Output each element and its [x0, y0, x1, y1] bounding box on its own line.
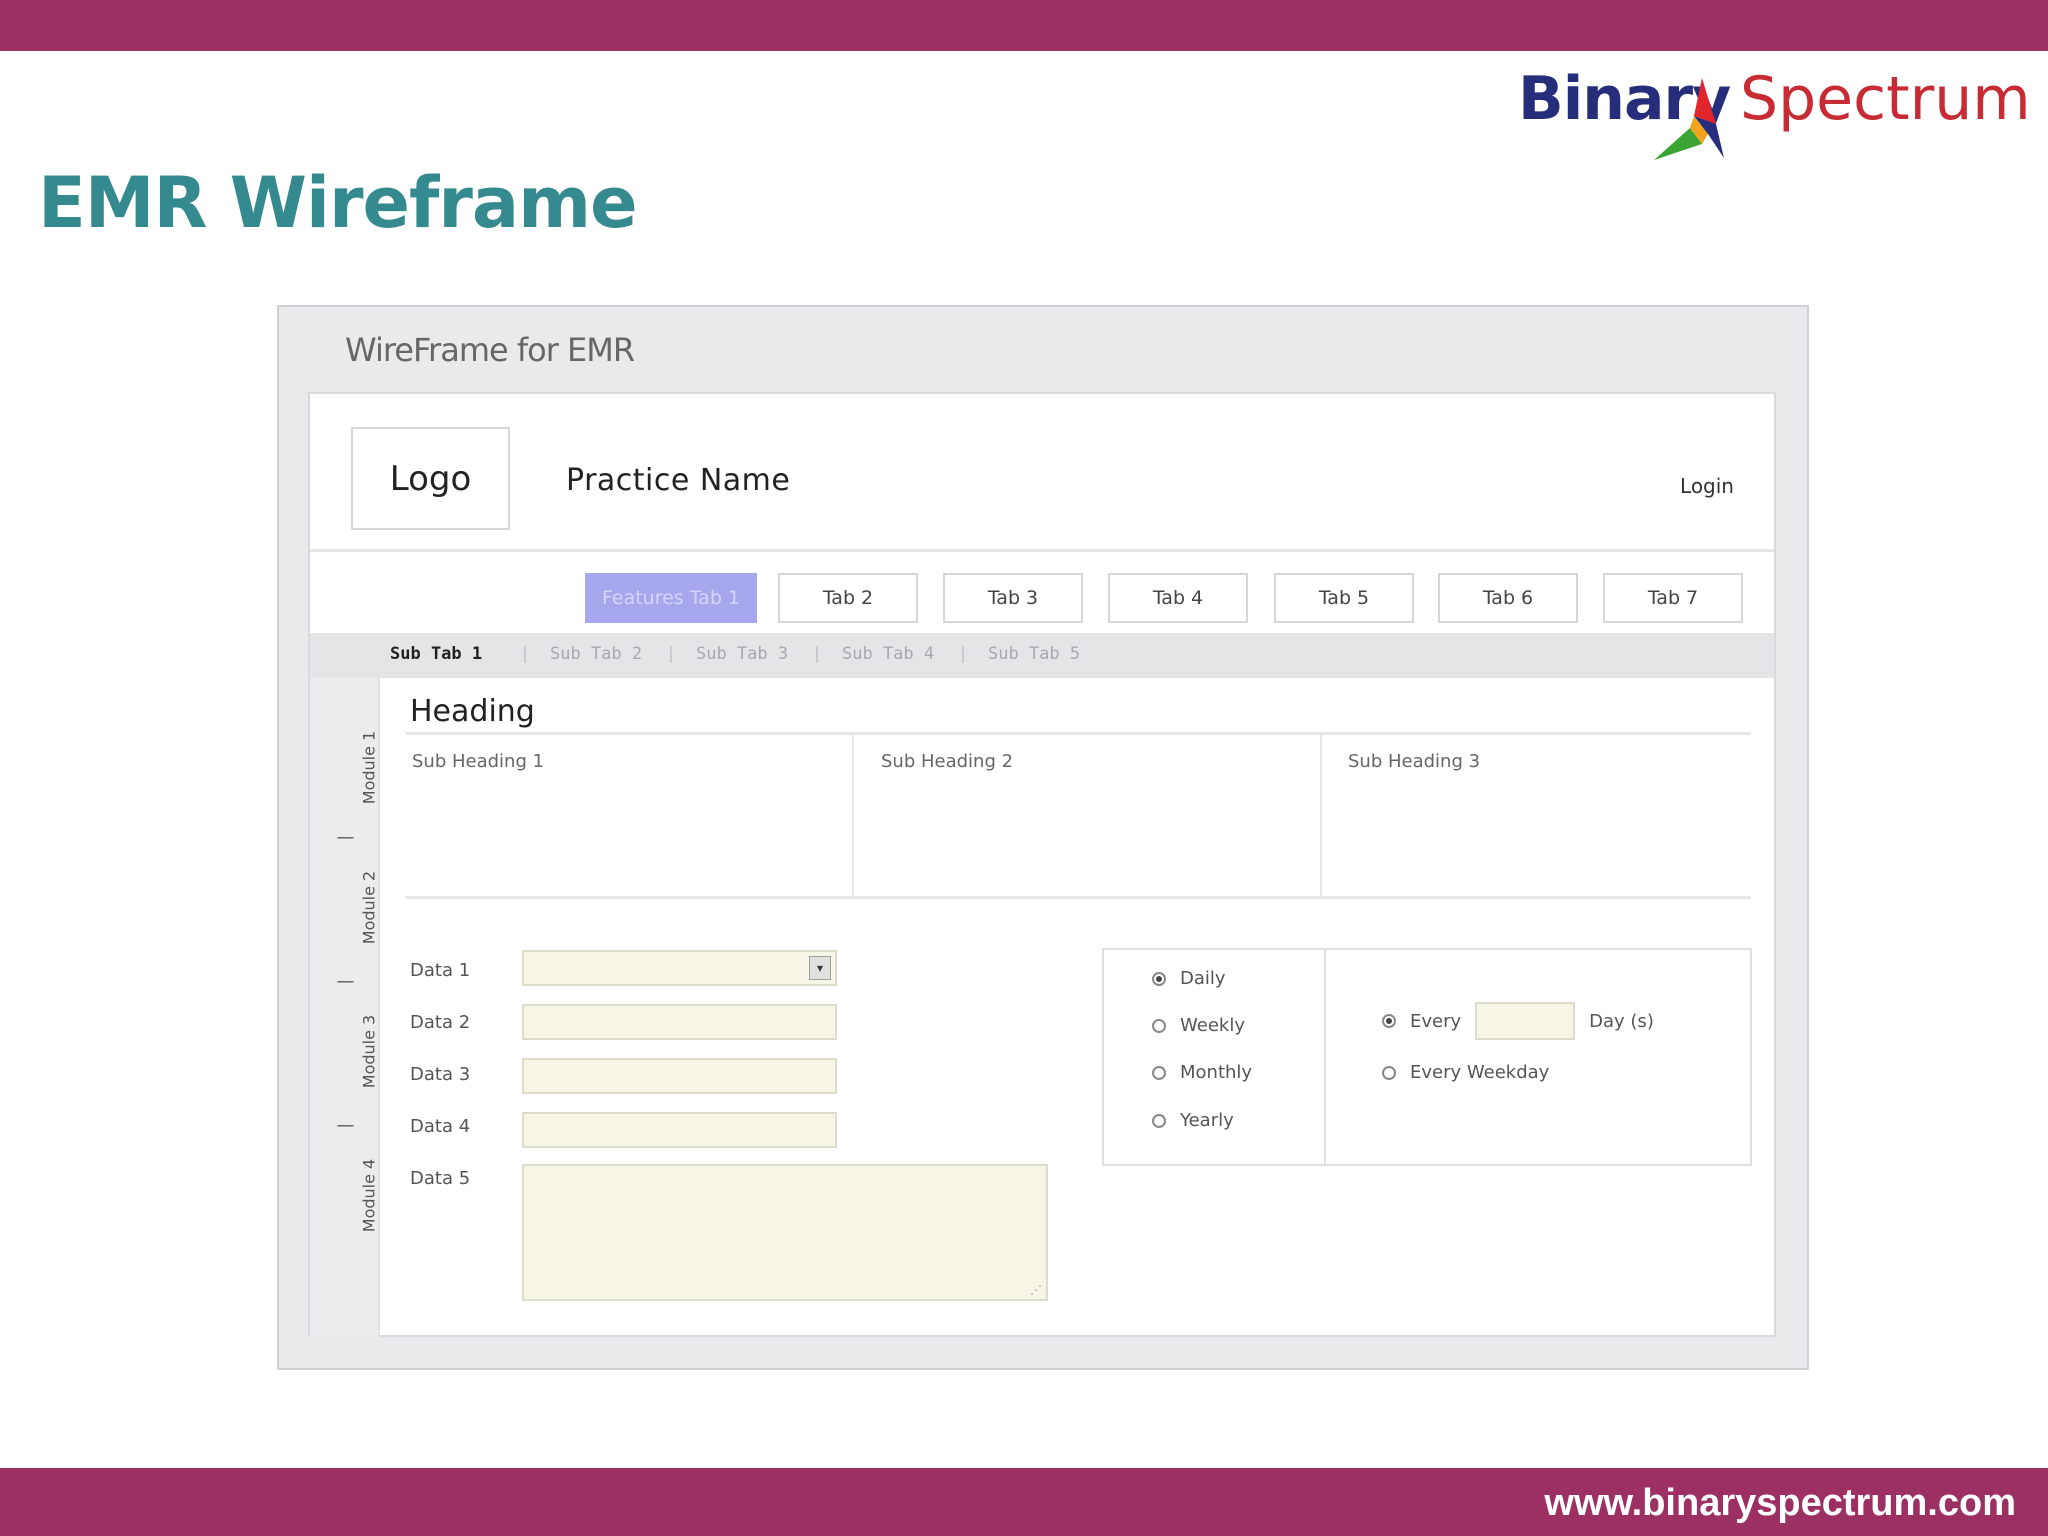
module-4[interactable]: Module 4 [360, 1141, 379, 1251]
day-unit-label: Day (s) [1589, 1010, 1654, 1032]
module-separator: | [334, 835, 354, 841]
practice-name: Practice Name [566, 463, 791, 498]
recurrence-daily[interactable]: Daily [1152, 968, 1226, 989]
recurrence-daily-label: Daily [1180, 968, 1226, 989]
subtab-3[interactable]: Sub Tab 3 [696, 644, 788, 664]
data-5-textarea[interactable]: ⋰ [522, 1164, 1048, 1301]
tab-7[interactable]: Tab 7 [1603, 573, 1743, 623]
sub-heading-column: Sub Heading 1 [406, 735, 854, 896]
subtab-1[interactable]: Sub Tab 1 [390, 644, 482, 664]
field-label-data-2: Data 2 [410, 1012, 471, 1033]
data-3-input[interactable] [522, 1058, 837, 1094]
sub-heading-3: Sub Heading 3 [1348, 751, 1481, 772]
recurrence-yearly-label: Yearly [1180, 1110, 1234, 1131]
bottom-accent-bar: www.binaryspectrum.com [0, 1468, 2048, 1536]
dropdown-arrow-icon[interactable]: ▾ [809, 956, 831, 980]
radio-icon[interactable] [1382, 1065, 1396, 1080]
sub-heading-column: Sub Heading 2 [854, 735, 1322, 896]
module-1[interactable]: Module 1 [360, 713, 379, 823]
subtab-5[interactable]: Sub Tab 5 [988, 644, 1080, 664]
subtab-4[interactable]: Sub Tab 4 [842, 644, 934, 664]
field-label-data-1: Data 1 [410, 960, 471, 981]
wireframe-window: WireFrame for EMR Logo Practice Name Log… [277, 305, 1809, 1370]
slide-title: EMR Wireframe [38, 162, 638, 244]
content-heading: Heading [410, 694, 535, 729]
every-days-input[interactable] [1475, 1002, 1576, 1040]
recurrence-monthly[interactable]: Monthly [1152, 1062, 1252, 1083]
radio-icon[interactable] [1152, 1113, 1166, 1128]
radio-icon[interactable] [1152, 1065, 1166, 1080]
recurrence-every-weekday[interactable]: Every Weekday [1382, 1062, 1549, 1083]
data-4-input[interactable] [522, 1112, 837, 1148]
module-2[interactable]: Module 2 [360, 853, 379, 963]
radio-selected-icon[interactable] [1382, 1014, 1396, 1028]
wireframe-page: Logo Practice Name Login Features Tab 1 … [308, 392, 1776, 1337]
sub-heading-column: Sub Heading 3 [1322, 735, 1751, 896]
tab-5[interactable]: Tab 5 [1274, 573, 1414, 623]
tab-4[interactable]: Tab 4 [1108, 573, 1248, 623]
spectrum-mark-icon [1654, 78, 1724, 160]
field-label-data-3: Data 3 [410, 1064, 471, 1085]
field-label-data-4: Data 4 [410, 1116, 471, 1137]
page-header: Logo Practice Name Login [310, 394, 1774, 552]
sub-tab-bar: Sub Tab 1 | Sub Tab 2 | Sub Tab 3 | Sub … [310, 633, 1774, 678]
data-1-dropdown[interactable]: ▾ [522, 950, 837, 986]
recurrence-divider [1324, 950, 1326, 1164]
sub-heading-2: Sub Heading 2 [881, 751, 1014, 772]
recurrence-monthly-label: Monthly [1180, 1062, 1253, 1083]
logo-placeholder: Logo [351, 427, 510, 530]
tab-2[interactable]: Tab 2 [778, 573, 918, 623]
login-link[interactable]: Login [1680, 474, 1734, 498]
tab-3[interactable]: Tab 3 [943, 573, 1083, 623]
brand-logo: Binary Spectrum [1518, 64, 2031, 164]
recurrence-every-days[interactable]: Every Day (s) [1382, 1002, 1654, 1040]
field-label-data-5: Data 5 [410, 1168, 471, 1189]
module-separator: | [334, 979, 354, 985]
subtab-separator: | [960, 644, 966, 664]
tab-6[interactable]: Tab 6 [1438, 573, 1578, 623]
subtab-separator: | [814, 644, 820, 664]
every-weekday-label: Every Weekday [1410, 1062, 1550, 1083]
recurrence-weekly-label: Weekly [1180, 1015, 1245, 1036]
module-sidebar: Module 1 | Module 2 | Module 3 | Module … [310, 678, 380, 1337]
footer-url[interactable]: www.binaryspectrum.com [1544, 1482, 2016, 1525]
recurrence-yearly[interactable]: Yearly [1152, 1110, 1234, 1131]
top-accent-bar [0, 0, 2048, 51]
brand-name-right: Spectrum [1740, 64, 2031, 134]
subtab-2[interactable]: Sub Tab 2 [550, 644, 642, 664]
tab-features-1[interactable]: Features Tab 1 [585, 573, 757, 623]
module-3[interactable]: Module 3 [360, 997, 379, 1107]
every-label: Every [1410, 1010, 1462, 1032]
sub-heading-1: Sub Heading 1 [412, 751, 545, 772]
subtab-separator: | [522, 644, 528, 664]
main-tab-bar: Features Tab 1 Tab 2 Tab 3 Tab 4 Tab 5 T… [310, 555, 1774, 633]
sub-heading-grid: Sub Heading 1 Sub Heading 2 Sub Heading … [406, 732, 1751, 899]
recurrence-panel: Daily Weekly Monthly Yearly Every Day (s… [1102, 948, 1752, 1166]
recurrence-weekly[interactable]: Weekly [1152, 1015, 1245, 1036]
subtab-separator: | [668, 644, 674, 664]
radio-selected-icon[interactable] [1152, 971, 1166, 986]
wireframe-title: WireFrame for EMR [345, 331, 635, 369]
radio-icon[interactable] [1152, 1018, 1166, 1033]
resize-handle-icon[interactable]: ⋰ [1030, 1283, 1042, 1297]
module-separator: | [334, 1123, 354, 1129]
data-2-input[interactable] [522, 1004, 837, 1040]
